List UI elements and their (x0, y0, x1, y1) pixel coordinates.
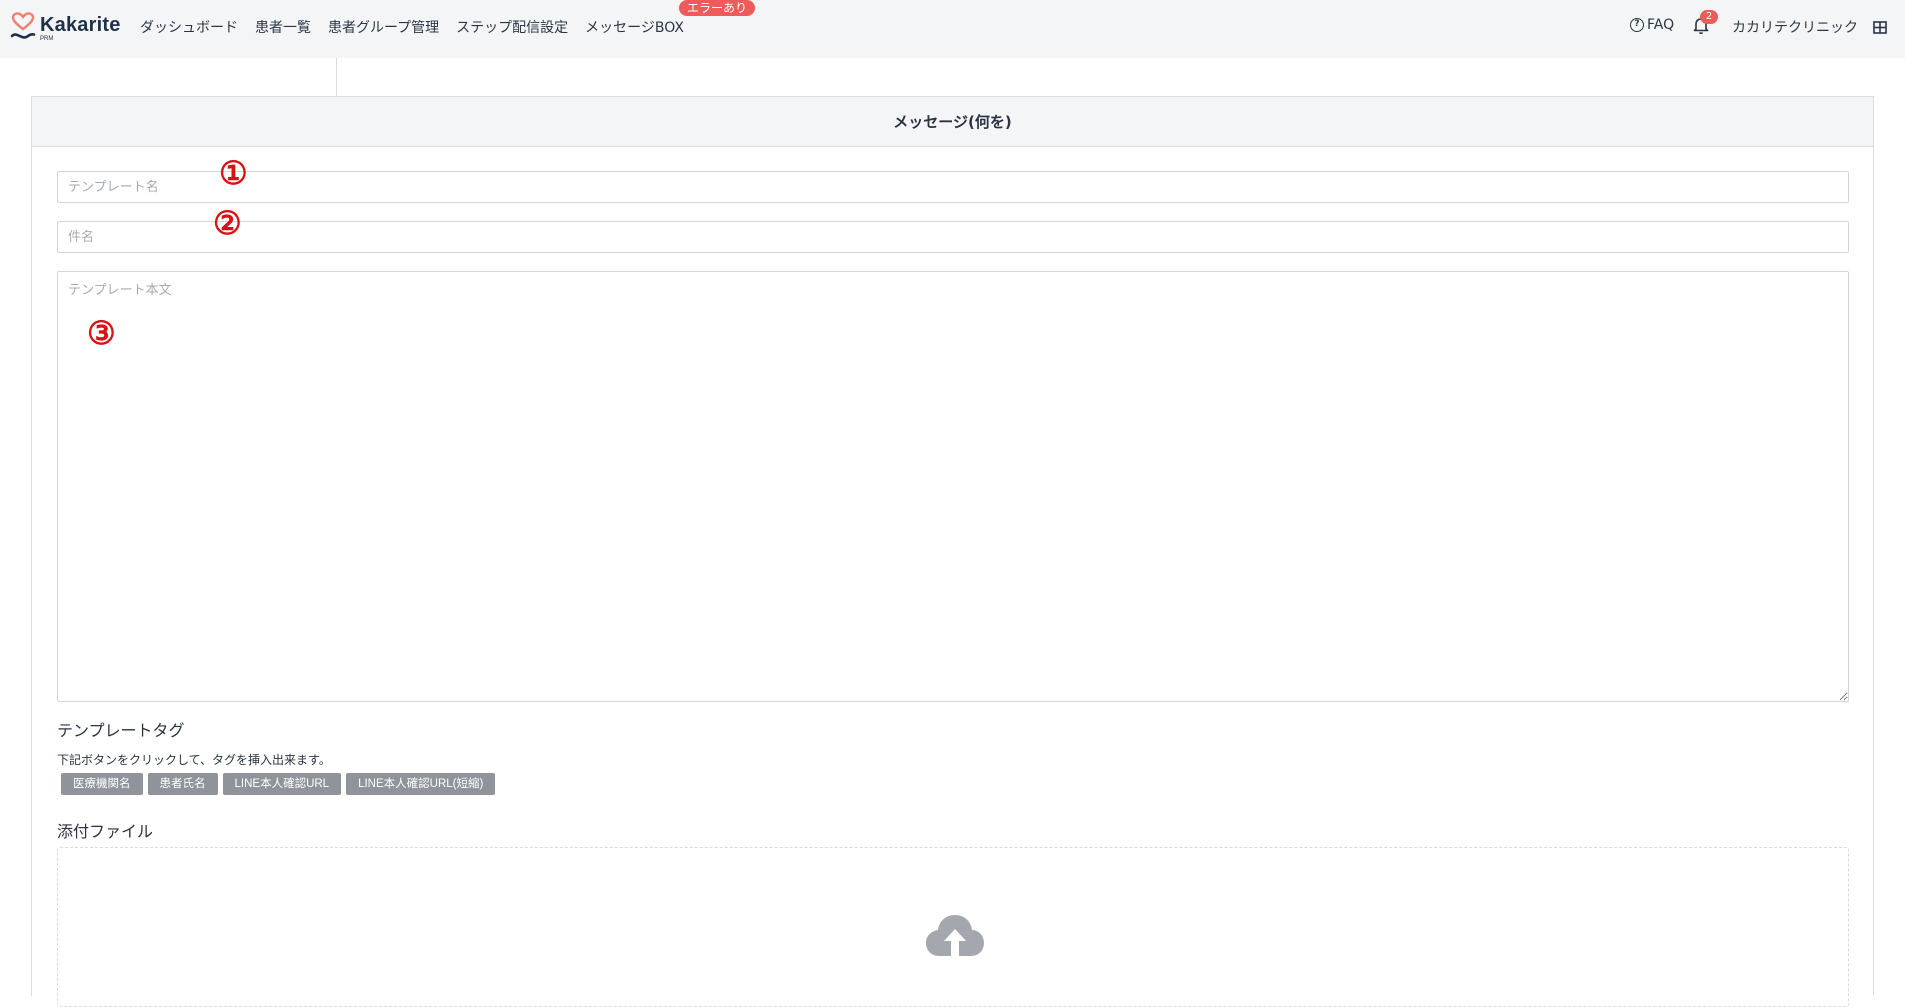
vertical-divider (336, 58, 337, 96)
brand-logo[interactable]: Kakarite PRM (10, 12, 121, 42)
template-tag-buttons: 医療機関名 患者氏名 LINE本人確認URL LINE本人確認URL(短縮) (61, 773, 496, 795)
template-tags-heading: テンプレートタグ (57, 721, 185, 740)
nav-patient-list[interactable]: 患者一覧 (255, 17, 311, 37)
template-body-textarea[interactable] (57, 271, 1849, 702)
apps-grid-icon[interactable] (1873, 19, 1887, 34)
template-tags-help: 下記ボタンをクリックして、タグを挿入出来ます。 (57, 753, 331, 767)
marker-2: ② (213, 204, 242, 242)
main-nav: ダッシュボード 患者一覧 患者グループ管理 ステップ配信設定 メッセージBOX (140, 17, 701, 37)
nav-message-box[interactable]: メッセージBOX (585, 17, 684, 37)
attachments-heading: 添付ファイル (57, 822, 154, 841)
faq-label: FAQ (1647, 17, 1675, 33)
top-navbar: Kakarite PRM ダッシュボード 患者一覧 患者グループ管理 ステップ配… (0, 0, 1905, 58)
notification-count-badge: 2 (1700, 10, 1718, 24)
message-panel: メッセージ(何を) ① ② ③ テンプレートタグ 下記ボタンをクリックして、タグ… (31, 96, 1874, 1007)
clinic-name-menu[interactable]: カカリテクリニック (1732, 17, 1858, 37)
nav-patient-group[interactable]: 患者グループ管理 (328, 17, 439, 37)
tag-button-line-verify-url[interactable]: LINE本人確認URL (222, 773, 342, 795)
error-badge: エラーあり (679, 0, 756, 16)
subject-input[interactable] (57, 221, 1849, 253)
brand-name: Kakarite (40, 14, 121, 36)
faq-link[interactable]: ? FAQ (1630, 17, 1674, 33)
nav-dashboard[interactable]: ダッシュボード (140, 17, 238, 37)
file-dropzone[interactable] (57, 847, 1849, 1007)
marker-1: ① (219, 154, 248, 192)
nav-step-delivery[interactable]: ステップ配信設定 (456, 17, 568, 37)
tag-button-patient-name[interactable]: 患者氏名 (147, 773, 218, 795)
tag-button-line-verify-url-short[interactable]: LINE本人確認URL(短縮) (346, 773, 496, 795)
panel-title: メッセージ(何を) (893, 113, 1012, 131)
marker-3: ③ (87, 314, 116, 352)
tag-button-institution-name[interactable]: 医療機関名 (61, 773, 143, 795)
brand-subtitle: PRM (40, 36, 54, 42)
panel-header: メッセージ(何を) (32, 97, 1873, 147)
heart-logo-icon (10, 12, 36, 42)
question-icon: ? (1630, 18, 1644, 32)
cloud-upload-icon (925, 912, 985, 960)
template-name-input[interactable] (57, 171, 1849, 203)
